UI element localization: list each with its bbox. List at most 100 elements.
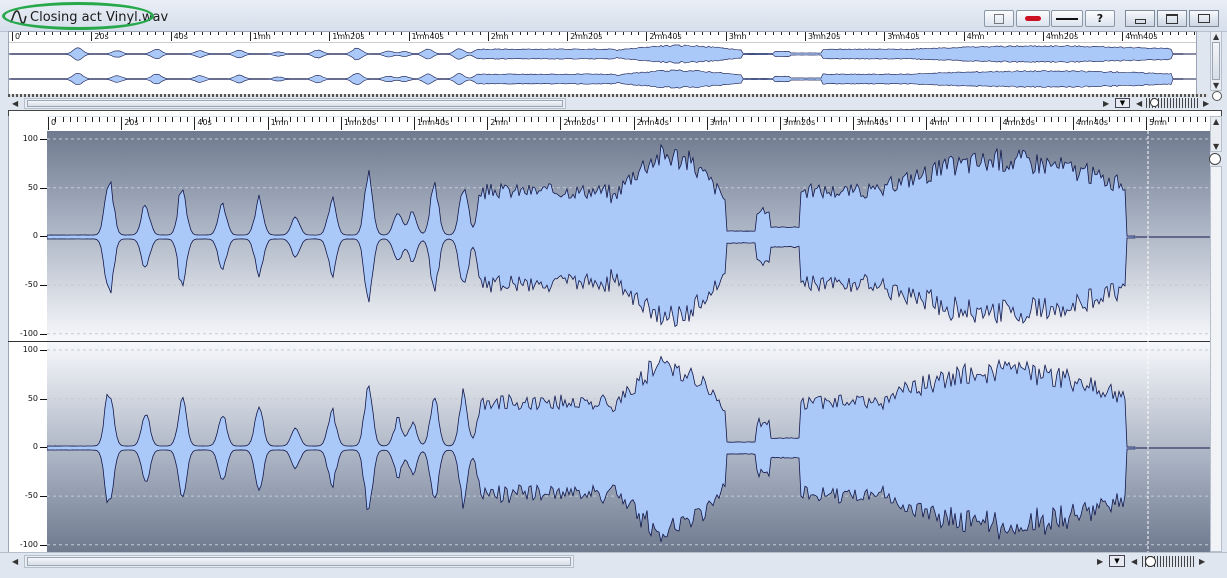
main-scroll-up-icon[interactable]: ▲ xyxy=(1213,117,1219,127)
maximize-button[interactable] xyxy=(1157,10,1187,27)
scroll-down-icon[interactable]: ▼ xyxy=(1213,81,1219,91)
overview-vscroll-thumb[interactable] xyxy=(1212,42,1220,80)
ruler-tick xyxy=(709,32,711,35)
overview-zoom-out-icon[interactable]: ◀ xyxy=(1136,99,1142,109)
scroll-up-icon[interactable]: ▲ xyxy=(1213,32,1219,42)
ruler-label: 1mn20s xyxy=(332,32,365,41)
record-button[interactable] xyxy=(1016,10,1050,27)
ruler-tick xyxy=(333,117,335,122)
ruler-tick xyxy=(646,32,648,41)
ruler-tick xyxy=(123,32,125,35)
ruler-tick xyxy=(693,32,695,35)
ruler-tick xyxy=(686,32,688,35)
play-button[interactable] xyxy=(984,10,1014,27)
overview-zoom-thumb[interactable] xyxy=(1150,98,1159,107)
ruler-tick xyxy=(305,32,307,35)
y-axis-tick xyxy=(40,496,47,498)
ruler-tick xyxy=(1043,117,1045,122)
main-scroll-left-icon[interactable]: ◀ xyxy=(12,557,18,567)
ruler-tick xyxy=(845,117,847,122)
main-dropdown-icon[interactable]: ▼ xyxy=(1109,555,1125,567)
overview-waveform xyxy=(9,44,1196,89)
ruler-tick xyxy=(146,32,148,35)
y-axis-tick xyxy=(40,350,47,351)
overview-vertical-scrollbar[interactable]: ▲ ▼ xyxy=(1210,31,1222,91)
ruler-tick xyxy=(773,32,775,35)
ruler-tick xyxy=(816,117,818,122)
ruler-tick xyxy=(992,117,994,122)
ruler-tick xyxy=(805,32,806,41)
ruler-tick xyxy=(717,32,719,35)
ruler-tick xyxy=(157,117,159,122)
main-scroll-right-icon[interactable]: ▶ xyxy=(1097,557,1103,567)
ruler-tick xyxy=(216,117,218,122)
overview-scroll-right-icon[interactable]: ▶ xyxy=(1103,99,1109,109)
y-axis-tick xyxy=(40,236,47,238)
main-hscroll-thumb[interactable] xyxy=(27,557,571,566)
ruler-tick xyxy=(984,117,986,122)
y-axis-tick xyxy=(40,447,47,449)
ruler-tick xyxy=(1072,117,1074,130)
ruler-label: 1mn40s xyxy=(417,118,450,127)
main-vertical-scrollbar[interactable]: ▲ ▼ xyxy=(1210,116,1222,152)
main-zoom-thumb[interactable] xyxy=(1145,556,1156,567)
ruler-tick xyxy=(789,32,791,35)
ruler-tick xyxy=(684,117,686,122)
ruler-tick xyxy=(758,117,760,122)
ruler-tick xyxy=(955,117,957,122)
main-time-ruler[interactable]: 0 20s 40s 1mn 1mn20s 1mn40s 2mn 2mn20s 2mn40s 3mn… xyxy=(47,117,1210,132)
overview-hscroll-thumb[interactable] xyxy=(27,100,563,107)
ruler-tick xyxy=(12,32,13,41)
ruler-tick xyxy=(35,32,37,35)
main-scroll-down-icon[interactable]: ▼ xyxy=(1213,142,1219,152)
ruler-tick xyxy=(238,117,240,122)
ruler-label: 1mn20s xyxy=(343,118,377,127)
ruler-tick xyxy=(1167,117,1169,122)
main-vertical-track[interactable] xyxy=(1210,166,1222,552)
overview-waveform-shape xyxy=(10,44,1184,64)
help-button[interactable]: ? xyxy=(1085,10,1115,27)
ruler-label: 2mn xyxy=(490,32,509,41)
play-icon xyxy=(994,13,1004,24)
ruler-tick xyxy=(670,117,672,122)
ruler-tick xyxy=(516,117,518,122)
ruler-tick xyxy=(781,32,783,35)
main-horizontal-scrollbar[interactable] xyxy=(24,555,574,568)
ruler-tick xyxy=(1131,117,1133,122)
ruler-tick xyxy=(106,117,108,122)
main-vertical-zoom-knob[interactable] xyxy=(1209,153,1221,165)
ruler-tick xyxy=(241,32,243,35)
ruler-tick xyxy=(311,117,313,122)
overview-dropdown-icon[interactable]: ▼ xyxy=(1115,98,1130,108)
line-button[interactable] xyxy=(1051,10,1083,27)
overview-zoom-slider[interactable] xyxy=(1146,98,1198,108)
minimize-button[interactable] xyxy=(1125,10,1155,27)
main-zoom-out-icon[interactable]: ◀ xyxy=(1131,557,1137,567)
overview-zoom-in-icon[interactable]: ▶ xyxy=(1203,99,1209,109)
ruler-tick xyxy=(606,32,608,35)
ruler-tick xyxy=(448,32,450,35)
close-button[interactable] xyxy=(1189,10,1219,27)
main-zoom-in-icon[interactable]: ▶ xyxy=(1199,557,1205,567)
ruler-label: 3mn20s xyxy=(783,118,816,127)
ruler-label: 0 xyxy=(15,32,21,41)
main-zoom-slider[interactable] xyxy=(1142,556,1194,567)
ruler-tick xyxy=(509,117,511,122)
ruler-tick xyxy=(749,32,751,35)
ruler-tick xyxy=(260,117,262,122)
ruler-label: 20s xyxy=(94,32,109,41)
ruler-tick xyxy=(252,117,254,122)
ruler-tick xyxy=(780,117,781,130)
overview-zoom-knob[interactable] xyxy=(1212,91,1222,101)
ruler-tick xyxy=(234,32,236,35)
ruler-tick xyxy=(406,117,408,122)
ruler-tick xyxy=(27,32,29,35)
ruler-tick xyxy=(743,117,745,122)
ruler-label: 4mn xyxy=(966,32,985,41)
ruler-tick xyxy=(531,117,533,122)
overview-panel[interactable]: 0 20s 40s 1mn 1mn20s 1mn40s 2mn 2mn20s 2mn40s 3mn… xyxy=(8,31,1197,95)
overview-scroll-left-icon[interactable]: ◀ xyxy=(12,99,18,109)
ruler-tick xyxy=(384,32,386,35)
overview-horizontal-scrollbar[interactable] xyxy=(24,98,566,109)
ruler-tick xyxy=(59,32,61,35)
